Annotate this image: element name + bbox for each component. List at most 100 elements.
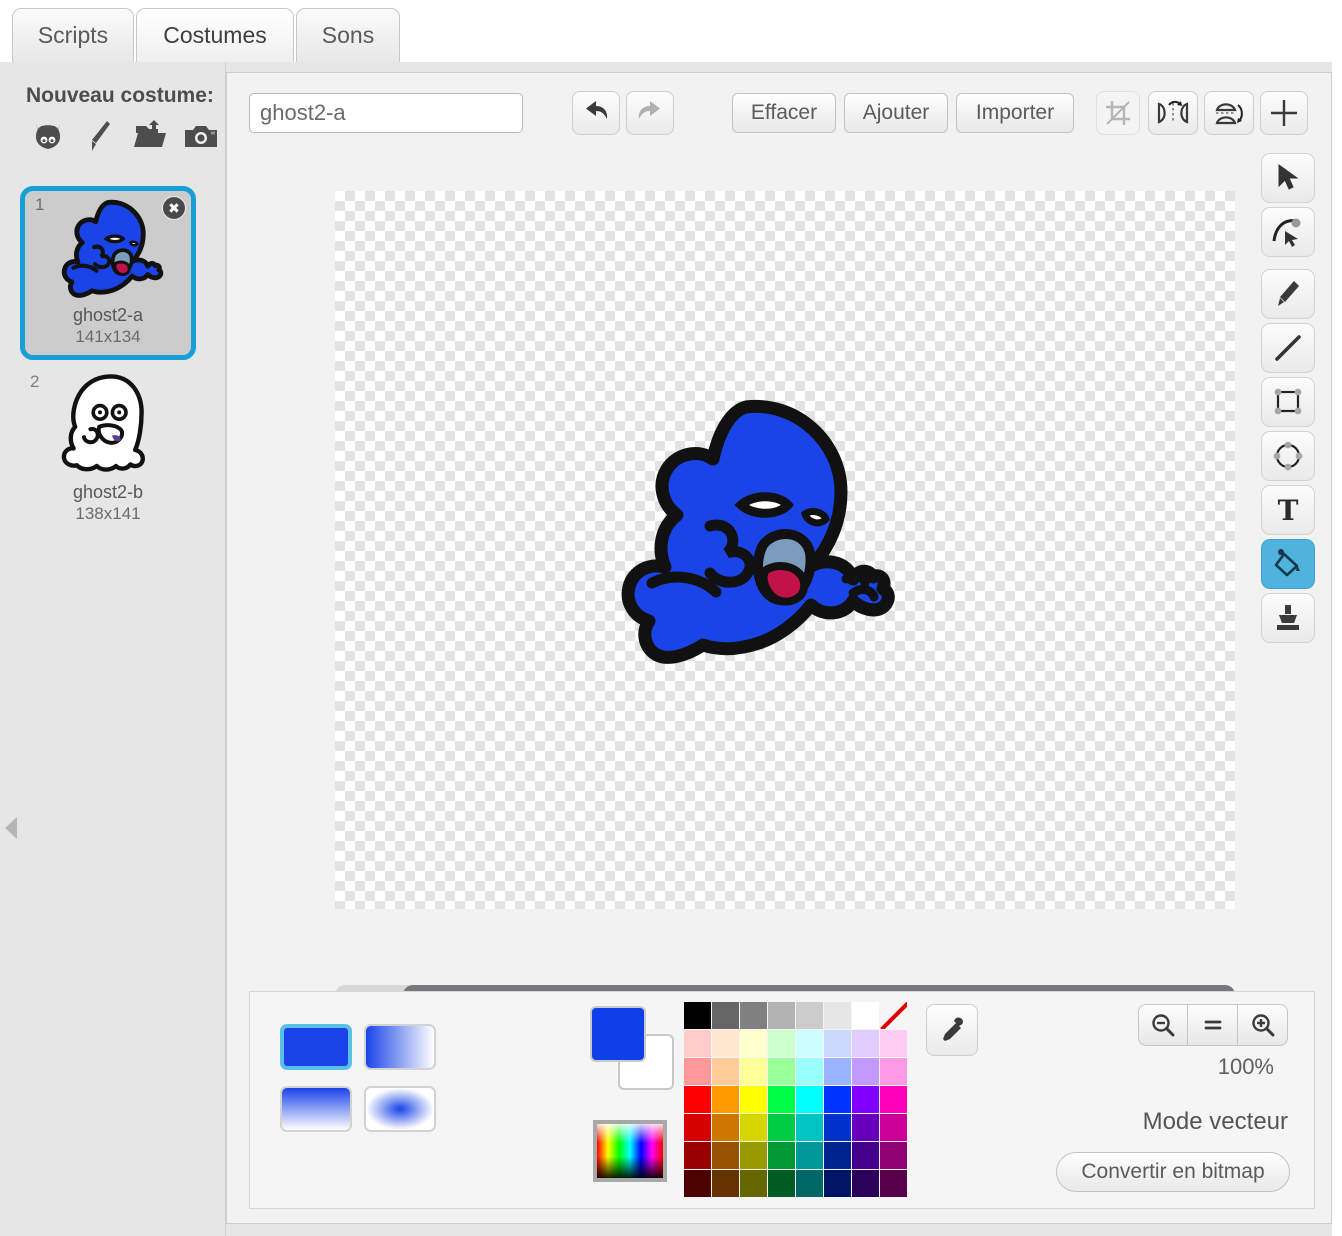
palette-color-1-2[interactable] bbox=[740, 1030, 767, 1057]
palette-color-4-6[interactable] bbox=[852, 1114, 879, 1141]
zoom-in-icon[interactable] bbox=[1238, 1004, 1288, 1046]
clear-button[interactable]: Effacer bbox=[732, 93, 836, 133]
palette-color-3-5[interactable] bbox=[824, 1086, 851, 1113]
palette-color-4-4[interactable] bbox=[796, 1114, 823, 1141]
drawing-canvas[interactable] bbox=[335, 191, 1235, 909]
palette-color-6-6[interactable] bbox=[852, 1170, 879, 1197]
costume-item-2[interactable]: 2 ghost2-b 138x141 bbox=[20, 368, 196, 532]
palette-color-2-4[interactable] bbox=[796, 1058, 823, 1085]
collapse-panel-arrow[interactable] bbox=[0, 805, 22, 851]
ellipse-tool[interactable] bbox=[1261, 431, 1315, 481]
palette-color-0-4[interactable] bbox=[796, 1002, 823, 1029]
palette-color-2-0[interactable] bbox=[684, 1058, 711, 1085]
palette-color-0-1[interactable] bbox=[712, 1002, 739, 1029]
library-cat-icon[interactable] bbox=[28, 118, 68, 154]
zoom-out-icon[interactable] bbox=[1138, 1004, 1188, 1046]
palette-color-3-2[interactable] bbox=[740, 1086, 767, 1113]
tab-sons[interactable]: Sons bbox=[296, 8, 400, 62]
palette-color-0-7[interactable] bbox=[880, 1002, 907, 1029]
palette-color-1-1[interactable] bbox=[712, 1030, 739, 1057]
palette-color-4-0[interactable] bbox=[684, 1114, 711, 1141]
palette-color-2-7[interactable] bbox=[880, 1058, 907, 1085]
palette-color-3-3[interactable] bbox=[768, 1086, 795, 1113]
palette-color-2-3[interactable] bbox=[768, 1058, 795, 1085]
palette-color-0-6[interactable] bbox=[852, 1002, 879, 1029]
palette-color-4-5[interactable] bbox=[824, 1114, 851, 1141]
fill-gradient-radial-swatch[interactable] bbox=[364, 1086, 436, 1132]
fill-gradient-vertical-swatch[interactable] bbox=[280, 1086, 352, 1132]
tab-costumes[interactable]: Costumes bbox=[136, 8, 294, 62]
palette-color-3-1[interactable] bbox=[712, 1086, 739, 1113]
zoom-reset-icon[interactable] bbox=[1188, 1004, 1238, 1046]
palette-color-5-7[interactable] bbox=[880, 1142, 907, 1169]
palette-color-4-3[interactable] bbox=[768, 1114, 795, 1141]
fill-solid-swatch[interactable] bbox=[280, 1024, 352, 1070]
palette-color-3-0[interactable] bbox=[684, 1086, 711, 1113]
palette-color-6-5[interactable] bbox=[824, 1170, 851, 1197]
palette-color-6-1[interactable] bbox=[712, 1170, 739, 1197]
palette-color-2-6[interactable] bbox=[852, 1058, 879, 1085]
palette-color-6-2[interactable] bbox=[740, 1170, 767, 1197]
palette-color-1-3[interactable] bbox=[768, 1030, 795, 1057]
costume-index-2: 2 bbox=[30, 372, 39, 392]
paintbrush-icon[interactable] bbox=[79, 118, 119, 154]
crop-icon[interactable] bbox=[1096, 91, 1140, 135]
undo-button[interactable] bbox=[572, 91, 620, 135]
palette-color-6-7[interactable] bbox=[880, 1170, 907, 1197]
palette-color-1-0[interactable] bbox=[684, 1030, 711, 1057]
rectangle-tool[interactable] bbox=[1261, 377, 1315, 427]
palette-color-5-5[interactable] bbox=[824, 1142, 851, 1169]
eyedropper-icon[interactable] bbox=[926, 1004, 978, 1056]
paint-bucket-tool[interactable] bbox=[1261, 539, 1315, 589]
palette-color-5-0[interactable] bbox=[684, 1142, 711, 1169]
palette-color-5-2[interactable] bbox=[740, 1142, 767, 1169]
select-tool[interactable] bbox=[1261, 153, 1315, 203]
costume-item-1[interactable]: 1 ✖ ghost2-a bbox=[20, 186, 196, 360]
palette-color-1-5[interactable] bbox=[824, 1030, 851, 1057]
add-button[interactable]: Ajouter bbox=[844, 93, 948, 133]
tab-scripts[interactable]: Scripts bbox=[12, 8, 134, 62]
palette-color-0-2[interactable] bbox=[740, 1002, 767, 1029]
palette-color-6-4[interactable] bbox=[796, 1170, 823, 1197]
camera-icon[interactable] bbox=[181, 118, 221, 154]
fill-gradient-horizontal-swatch[interactable] bbox=[364, 1024, 436, 1070]
palette-color-0-3[interactable] bbox=[768, 1002, 795, 1029]
palette-color-0-5[interactable] bbox=[824, 1002, 851, 1029]
palette-color-4-2[interactable] bbox=[740, 1114, 767, 1141]
redo-button[interactable] bbox=[626, 91, 674, 135]
palette-color-6-3[interactable] bbox=[768, 1170, 795, 1197]
palette-color-0-0[interactable] bbox=[684, 1002, 711, 1029]
costume-name-input[interactable] bbox=[249, 93, 523, 133]
convert-to-bitmap-button[interactable]: Convertir en bitmap bbox=[1056, 1152, 1290, 1192]
text-tool[interactable]: T bbox=[1261, 485, 1315, 535]
import-button[interactable]: Importer bbox=[956, 93, 1074, 133]
palette-color-3-6[interactable] bbox=[852, 1086, 879, 1113]
palette-color-6-0[interactable] bbox=[684, 1170, 711, 1197]
palette-color-1-7[interactable] bbox=[880, 1030, 907, 1057]
upload-folder-icon[interactable] bbox=[130, 118, 170, 154]
palette-color-2-5[interactable] bbox=[824, 1058, 851, 1085]
palette-color-2-2[interactable] bbox=[740, 1058, 767, 1085]
palette-color-2-1[interactable] bbox=[712, 1058, 739, 1085]
palette-color-5-6[interactable] bbox=[852, 1142, 879, 1169]
reshape-tool[interactable] bbox=[1261, 207, 1315, 257]
palette-color-5-1[interactable] bbox=[712, 1142, 739, 1169]
costume-delete-button-1[interactable]: ✖ bbox=[163, 197, 185, 219]
palette-color-1-4[interactable] bbox=[796, 1030, 823, 1057]
palette-color-1-6[interactable] bbox=[852, 1030, 879, 1057]
set-center-crosshair-icon[interactable] bbox=[1260, 91, 1308, 135]
tab-costumes-label: Costumes bbox=[163, 22, 267, 49]
hsv-color-picker[interactable] bbox=[593, 1120, 667, 1182]
flip-vertical-icon[interactable] bbox=[1204, 91, 1254, 135]
foreground-color-chip[interactable] bbox=[590, 1006, 646, 1062]
flip-horizontal-icon[interactable] bbox=[1148, 91, 1198, 135]
palette-color-3-4[interactable] bbox=[796, 1086, 823, 1113]
palette-color-5-3[interactable] bbox=[768, 1142, 795, 1169]
palette-color-4-7[interactable] bbox=[880, 1114, 907, 1141]
clone-stamp-tool[interactable] bbox=[1261, 593, 1315, 643]
palette-color-4-1[interactable] bbox=[712, 1114, 739, 1141]
pencil-tool[interactable] bbox=[1261, 269, 1315, 319]
line-tool[interactable] bbox=[1261, 323, 1315, 373]
palette-color-5-4[interactable] bbox=[796, 1142, 823, 1169]
palette-color-3-7[interactable] bbox=[880, 1086, 907, 1113]
